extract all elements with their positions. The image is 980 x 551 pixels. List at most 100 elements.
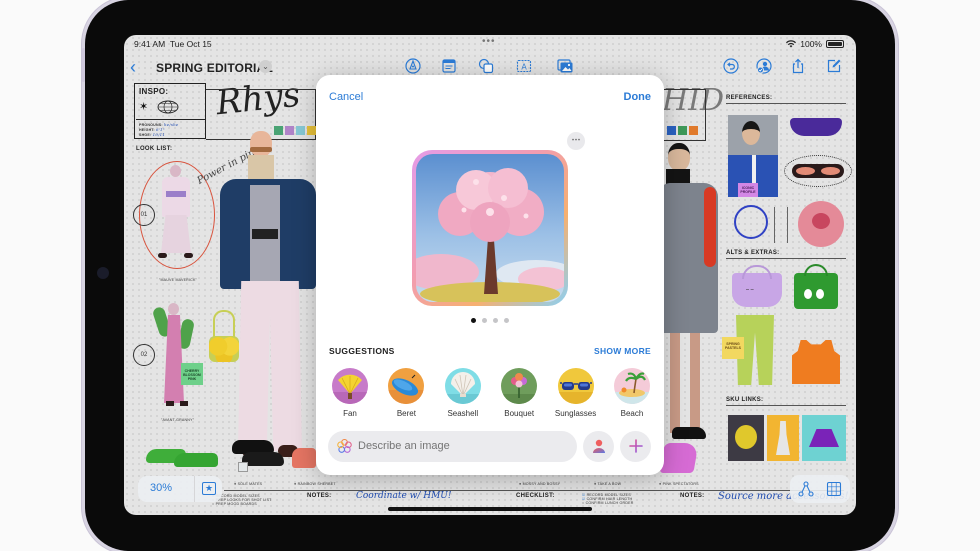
text-block-icon[interactable] — [440, 58, 458, 76]
battery-percent: 100% — [800, 39, 822, 49]
inspo-card: INSPO: ✶ PRONOUNS: he/she HEIGHT: 6'1" S… — [134, 83, 206, 139]
references-label: REFERENCES: — [726, 95, 773, 101]
multitasking-dots[interactable]: ••• — [482, 36, 496, 47]
globe-icon — [157, 100, 179, 114]
look-list-label: LOOK LIST: — [136, 146, 173, 152]
star-icon[interactable]: ★ — [202, 482, 216, 495]
describe-image-input[interactable] — [358, 440, 558, 452]
grid-icon[interactable] — [826, 481, 842, 497]
look-number-02: 02 — [133, 344, 155, 366]
checklist-item[interactable]: ○ CONFIRM LUNCH ORDER — [582, 501, 634, 505]
page-dot[interactable] — [471, 318, 476, 323]
status-bar: 9:41 AM Tue Oct 15 ••• 100% — [124, 35, 856, 53]
cherry-blossom-tree-image — [416, 154, 564, 302]
suggestion-seashell[interactable]: Seashell — [439, 368, 487, 418]
purple-visor-sunglasses — [790, 118, 842, 136]
look-number-01: 01 — [133, 204, 155, 226]
shoe-bullet: ● MOSSY AND BOSSY — [519, 482, 561, 486]
add-button[interactable] — [620, 431, 651, 462]
shoe-bullet: ● SOLE MATES — [234, 482, 263, 486]
wifi-icon — [786, 40, 797, 48]
orange-tank-top — [792, 340, 840, 384]
seashell-icon — [444, 368, 481, 404]
image-generation-sheet: Cancel Done ⋯ SUGGESTIONS SHOW MORE Fan … — [316, 75, 664, 475]
divider-line — [726, 103, 846, 104]
divider-line — [726, 405, 846, 406]
suggestion-beach[interactable]: Beach — [608, 368, 656, 418]
show-more-button[interactable]: SHOW MORE — [594, 346, 651, 356]
blue-cord-accessory — [734, 205, 768, 239]
suggestion-label: Fan — [343, 409, 357, 418]
media-icon[interactable] — [556, 58, 574, 76]
image-playground-icon — [337, 439, 352, 453]
page-dot[interactable] — [504, 318, 509, 323]
generated-image-preview[interactable] — [412, 150, 568, 306]
cancel-button[interactable]: Cancel — [329, 91, 363, 103]
sunglasses-icon — [557, 368, 594, 404]
home-indicator[interactable] — [388, 507, 592, 511]
board-title[interactable]: SPRING EDITORIAL — [156, 61, 273, 75]
reference-photo-profile: ICONIC PROFILE — [728, 115, 778, 197]
lemon-net-bag — [209, 310, 239, 362]
look-02-caption: "AVANT-GRANNY" — [161, 418, 195, 422]
palette-swatch — [678, 126, 687, 135]
suggestion-bouquet[interactable]: Bouquet — [495, 368, 543, 418]
shoe-bullet: ● TAKE A BOW — [594, 482, 622, 486]
pen-tip-icon[interactable] — [404, 58, 422, 76]
battery-icon — [826, 40, 844, 48]
look-01-photo — [158, 165, 194, 261]
lavender-bag: ⎯ ⎯ — [732, 265, 782, 307]
alts-extras-label: ALTS & EXTRAS: — [726, 250, 780, 256]
undo-icon[interactable] — [722, 58, 740, 76]
person-button[interactable] — [583, 431, 614, 462]
checklist: ☑ RECORD MODEL SIZES ☑ CONFIRM HAIR LENG… — [582, 493, 634, 505]
look-02-photo — [151, 297, 198, 411]
suggestions-heading: SUGGESTIONS — [329, 346, 395, 356]
cherry-tree-illustration — [416, 168, 564, 302]
suggestion-sunglasses[interactable]: Sunglasses — [552, 368, 600, 418]
handwritten-note-left: Coordinate w/ HMU! — [356, 491, 452, 501]
earrings — [774, 207, 788, 243]
connector-icon[interactable] — [798, 481, 814, 497]
front-camera — [97, 267, 109, 279]
suggestion-beret[interactable]: Beret — [382, 368, 430, 418]
plus-icon — [628, 439, 643, 453]
sku-card[interactable] — [802, 415, 846, 461]
status-right: 100% — [786, 39, 844, 49]
model-photo-blue-jacket — [220, 131, 316, 461]
collaborate-icon[interactable] — [755, 58, 773, 76]
title-menu-chevron-icon[interactable]: ⌄ — [259, 60, 272, 73]
inspo-fields: PRONOUNS: he/she HEIGHT: 6'1" SHOE: 10/1… — [136, 119, 206, 138]
palette-swatch — [689, 126, 698, 135]
describe-image-field[interactable] — [328, 431, 577, 462]
suggestion-list: Fan Beret Seashell Bouquet Sunglasses Be… — [326, 368, 656, 418]
compose-icon[interactable] — [825, 58, 843, 76]
suggestion-label: Sunglasses — [554, 409, 597, 418]
share-icon[interactable] — [789, 58, 807, 76]
shoe-bullet: ● PINK SPECTATORS — [659, 482, 699, 486]
palette-swatch — [667, 126, 676, 135]
page-dot[interactable] — [493, 318, 498, 323]
suggestion-label: Beret — [396, 409, 416, 418]
spring-pastels-sticky: SPRING PASTELS — [722, 337, 744, 359]
checklist-label: CHECKLIST: — [516, 493, 555, 499]
done-button[interactable]: Done — [624, 91, 652, 103]
oval-sunglasses — [792, 164, 844, 178]
sku-card[interactable] — [728, 415, 764, 461]
ellipsis-icon[interactable]: ⋯ — [567, 132, 585, 150]
suggestion-fan[interactable]: Fan — [326, 368, 374, 418]
shapes-icon[interactable] — [477, 58, 495, 76]
green-bag — [794, 264, 838, 309]
person-icon — [592, 439, 605, 453]
text-box-icon[interactable]: A — [515, 58, 533, 76]
divider — [194, 476, 195, 502]
page-indicator[interactable] — [471, 318, 509, 323]
page-dot[interactable] — [482, 318, 487, 323]
sku-card[interactable] — [767, 415, 799, 461]
suggestion-label: Beach — [620, 409, 644, 418]
iconic-profile-sticky: ICONIC PROFILE — [738, 183, 758, 197]
zoom-level-button[interactable]: 30% — [150, 482, 172, 494]
back-chevron-icon[interactable]: ‹ — [130, 57, 136, 78]
beret-icon — [388, 368, 425, 404]
flower-photo — [798, 201, 844, 247]
